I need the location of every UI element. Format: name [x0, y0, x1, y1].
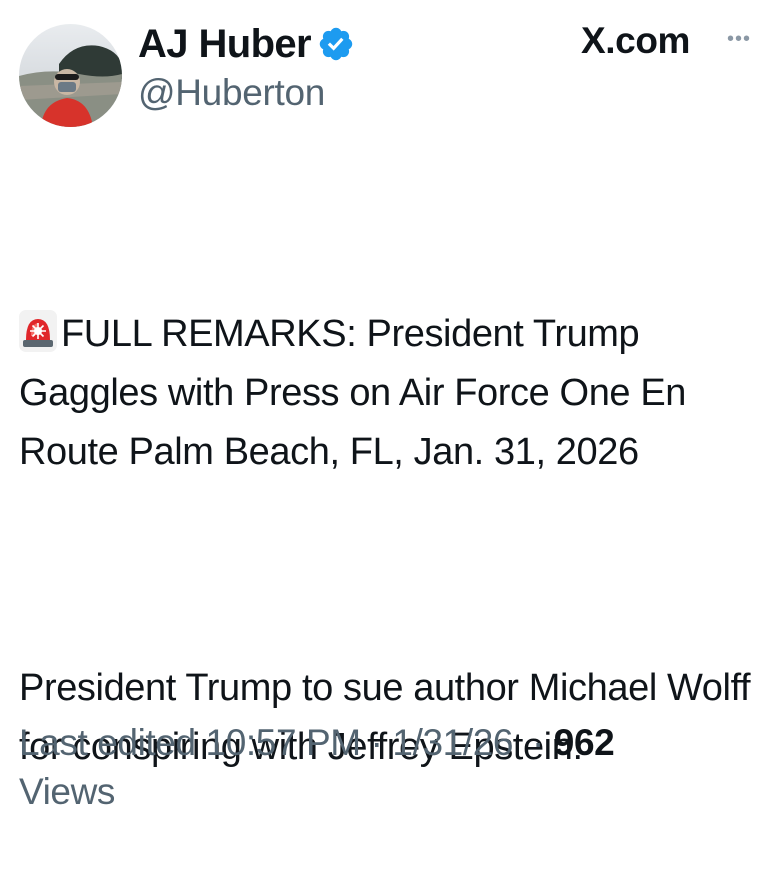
views-label[interactable]: Views	[19, 771, 115, 812]
post-meta: Last edited 10:57 PM · 1/31/26 · 962 Vie…	[19, 718, 759, 816]
post-paragraph-1-text: FULL REMARKS: President Trump Gaggles wi…	[19, 313, 697, 473]
meta-separator: ·	[370, 722, 383, 763]
post-time[interactable]: 10:57 PM	[206, 722, 362, 763]
meta-separator: ·	[531, 722, 544, 763]
edited-label[interactable]: Last edited	[19, 722, 196, 763]
verified-badge-icon	[317, 25, 355, 63]
siren-emoji-icon	[19, 310, 57, 352]
avatar-image	[19, 24, 122, 127]
post-paragraph: FULL REMARKS: President Trump Gaggles wi…	[19, 305, 759, 482]
author-name-row: AJ Huber	[138, 18, 355, 70]
author-display-name[interactable]: AJ Huber	[138, 22, 312, 67]
source-label: X.com	[581, 20, 691, 61]
post-date[interactable]: 1/31/26	[392, 722, 513, 763]
post-card: AJ Huber @Huberton X.com ••• FULL REMARK…	[0, 0, 774, 827]
more-horizontal-icon[interactable]: •••	[719, 28, 759, 50]
author-handle[interactable]: @Huberton	[138, 72, 325, 114]
views-count[interactable]: 962	[554, 722, 615, 763]
author-avatar[interactable]	[19, 24, 122, 127]
